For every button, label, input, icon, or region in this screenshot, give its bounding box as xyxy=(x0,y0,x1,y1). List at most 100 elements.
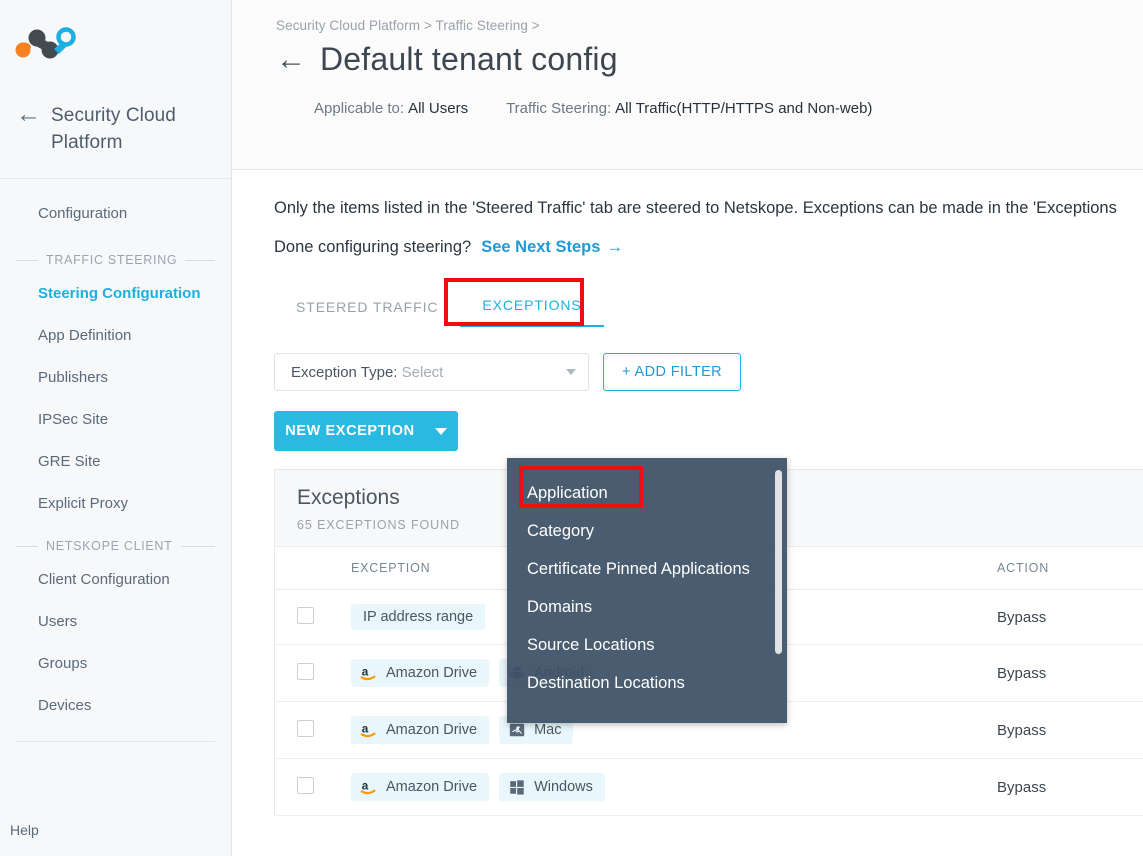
page-title-row: ← Default tenant config xyxy=(276,41,1143,78)
amazon-icon: a xyxy=(360,780,376,795)
sidebar-brand[interactable]: ← Security Cloud Platform xyxy=(0,74,231,179)
row-action-cell: Bypass xyxy=(975,758,1143,816)
chevron-down-icon xyxy=(566,369,576,375)
menu-item-application[interactable]: Application xyxy=(507,474,787,512)
sidebar-item-explicit-proxy[interactable]: Explicit Proxy xyxy=(0,483,231,525)
exception-type-value: Select xyxy=(401,363,444,381)
chip-group: a Amazon Drive xyxy=(351,773,975,801)
sidebar-item-devices[interactable]: Devices xyxy=(0,685,231,727)
menu-item-source-locations[interactable]: Source Locations xyxy=(507,626,787,664)
arrow-right-icon: → xyxy=(606,238,623,256)
app-root: ← Security Cloud Platform Configuration … xyxy=(0,0,1143,856)
sidebar-item-app-definition[interactable]: App Definition xyxy=(0,315,231,357)
sidebar-section-label: TRAFFIC STEERING xyxy=(46,253,178,267)
meta-value: All Traffic(HTTP/HTTPS and Non-web) xyxy=(615,100,873,117)
menu-item-category[interactable]: Category xyxy=(507,512,787,550)
divider-left xyxy=(16,259,38,261)
sidebar-item-help[interactable]: Help xyxy=(0,808,232,856)
table-row[interactable]: a Amazon Drive xyxy=(275,758,1143,816)
amazon-icon: a xyxy=(360,666,376,681)
back-arrow-icon[interactable]: ← xyxy=(16,101,41,127)
column-select-all xyxy=(275,547,329,590)
sidebar-section-netskope-client-items: Client Configuration Users Groups Device… xyxy=(0,559,231,727)
chip-label: Amazon Drive xyxy=(386,722,478,738)
menu-item-destination-locations[interactable]: Destination Locations xyxy=(507,664,787,702)
tab-exceptions[interactable]: EXCEPTIONS xyxy=(460,287,604,327)
page-title: Default tenant config xyxy=(320,41,618,77)
sidebar-section-traffic-steering-header: TRAFFIC STEERING xyxy=(0,239,231,273)
sidebar-divider xyxy=(16,741,215,742)
tab-bar: STEERED TRAFFIC EXCEPTIONS xyxy=(274,278,1143,327)
sidebar-item-groups[interactable]: Groups xyxy=(0,643,231,685)
filter-bar: Exception Type: Select + ADD FILTER xyxy=(274,353,1143,391)
amazon-icon: a xyxy=(360,723,376,738)
see-next-steps-link[interactable]: See Next Steps xyxy=(481,238,600,256)
sidebar: ← Security Cloud Platform Configuration … xyxy=(0,0,232,856)
done-configuring-row: Done configuring steering? See Next Steps… xyxy=(274,238,1143,257)
svg-text:a: a xyxy=(362,780,369,793)
chip-label: Windows xyxy=(534,779,593,795)
page-header: Security Cloud Platform > Traffic Steeri… xyxy=(232,0,1143,170)
exception-type-select[interactable]: Exception Type: Select xyxy=(274,353,589,391)
svg-text:a: a xyxy=(362,723,369,736)
row-checkbox[interactable] xyxy=(297,606,314,624)
sidebar-item-users[interactable]: Users xyxy=(0,601,231,643)
meta-label: Applicable to: xyxy=(314,100,405,117)
sidebar-section-traffic-steering-items: Steering Configuration App Definition Pu… xyxy=(0,273,231,525)
menu-item-domains[interactable]: Domains xyxy=(507,588,787,626)
chip-ip-address-range: IP address range xyxy=(351,604,486,630)
new-exception-dropdown-menu[interactable]: Application Category Certificate Pinned … xyxy=(507,458,787,723)
chip-label: Amazon Drive xyxy=(386,779,478,795)
breadcrumb[interactable]: Security Cloud Platform > Traffic Steeri… xyxy=(276,18,1143,33)
sidebar-item-publishers[interactable]: Publishers xyxy=(0,357,231,399)
row-action-cell: Bypass xyxy=(975,701,1143,759)
back-arrow-icon[interactable]: ← xyxy=(276,44,306,75)
chip-amazon-drive: a Amazon Drive xyxy=(351,716,490,744)
exception-type-label: Exception Type: xyxy=(291,363,398,381)
chip-amazon-drive: a Amazon Drive xyxy=(351,659,490,687)
meta-value: All Users xyxy=(408,100,469,117)
sidebar-top-nav: Configuration xyxy=(0,179,231,239)
svg-text:a: a xyxy=(362,666,369,679)
divider-left xyxy=(16,545,38,547)
chip-windows: Windows xyxy=(499,773,605,801)
row-checkbox-cell xyxy=(275,644,329,702)
row-checkbox[interactable] xyxy=(297,776,314,794)
sidebar-item-client-configuration[interactable]: Client Configuration xyxy=(0,559,231,601)
tab-steered-traffic[interactable]: STEERED TRAFFIC xyxy=(274,289,460,327)
chevron-down-icon xyxy=(434,427,447,435)
netskope-logo-icon xyxy=(15,27,76,59)
meta-traffic-steering: Traffic Steering: All Traffic(HTTP/HTTPS … xyxy=(506,100,872,117)
chip-amazon-drive: a Amazon Drive xyxy=(351,773,490,801)
sidebar-item-steering-configuration[interactable]: Steering Configuration xyxy=(0,273,231,315)
column-action: ACTION xyxy=(975,547,1143,590)
sidebar-section-label: NETSKOPE CLIENT xyxy=(46,539,173,553)
main-content: Security Cloud Platform > Traffic Steeri… xyxy=(232,0,1143,856)
netskope-logo[interactable] xyxy=(0,0,231,74)
page-meta: Applicable to: All Users Traffic Steering… xyxy=(314,100,1143,117)
windows-icon xyxy=(510,780,524,795)
dropdown-scrollbar[interactable] xyxy=(775,470,782,654)
menu-item-certificate-pinned-applications[interactable]: Certificate Pinned Applications xyxy=(507,550,787,588)
row-action-cell: Bypass xyxy=(975,589,1143,645)
sidebar-item-configuration[interactable]: Configuration xyxy=(0,193,231,235)
divider-right xyxy=(185,259,215,261)
done-configuring-label: Done configuring steering? xyxy=(274,238,472,256)
row-action-cell: Bypass xyxy=(975,644,1143,702)
steering-description: Only the items listed in the 'Steered Tr… xyxy=(274,199,1117,217)
sidebar-brand-title: Security Cloud Platform xyxy=(51,105,176,153)
add-filter-button[interactable]: + ADD FILTER xyxy=(603,353,742,391)
sidebar-section-netskope-client-header: NETSKOPE CLIENT xyxy=(0,525,231,559)
row-checkbox[interactable] xyxy=(297,719,314,737)
sidebar-item-gre-site[interactable]: GRE Site xyxy=(0,441,231,483)
row-checkbox-cell xyxy=(275,589,329,645)
meta-applicable-to: Applicable to: All Users xyxy=(314,100,468,117)
meta-label: Traffic Steering: xyxy=(506,100,612,117)
row-checkbox-cell xyxy=(275,701,329,759)
chip-label: Mac xyxy=(534,722,562,738)
sidebar-item-ipsec-site[interactable]: IPSec Site xyxy=(0,399,231,441)
row-exception-cell: a Amazon Drive xyxy=(329,758,975,816)
new-exception-button[interactable]: NEW EXCEPTION xyxy=(274,411,458,451)
new-exception-label: NEW EXCEPTION xyxy=(285,423,415,439)
row-checkbox[interactable] xyxy=(297,662,314,680)
